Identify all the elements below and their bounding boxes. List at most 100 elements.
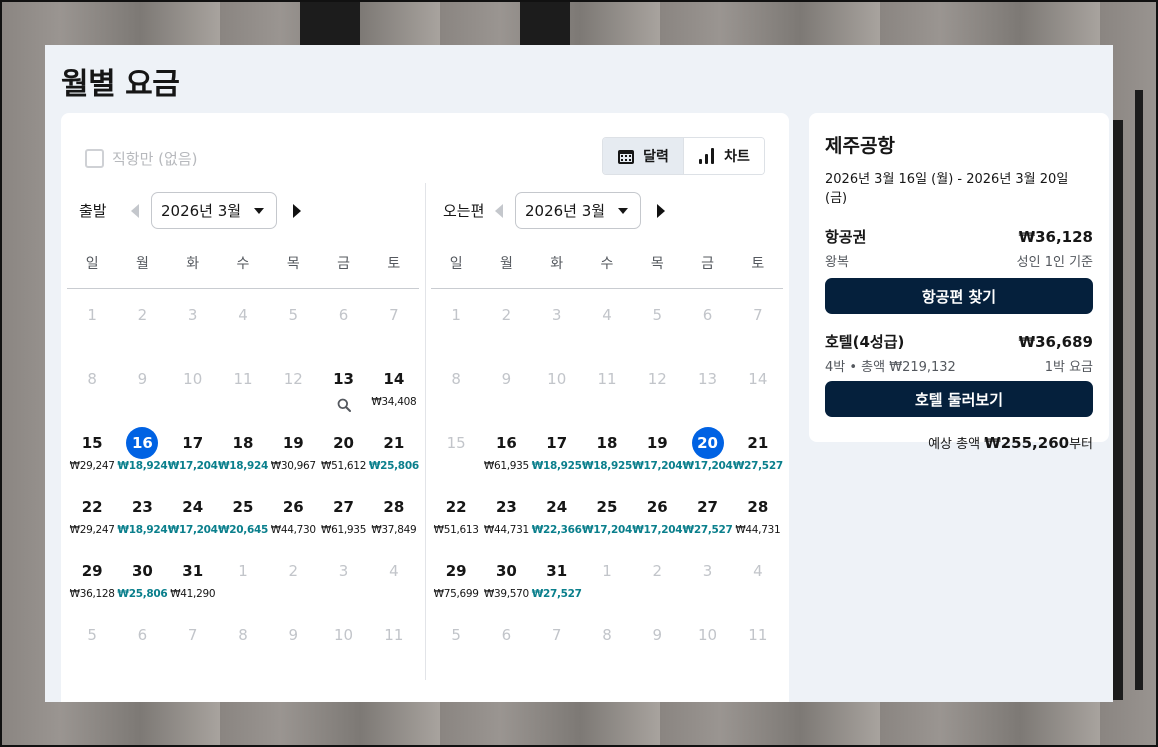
date-cell: 11 [218, 353, 268, 417]
date-cell[interactable]: 17 ₩18,925 [532, 417, 582, 481]
browse-hotels-button[interactable]: 호텔 둘러보기 [825, 381, 1093, 417]
flight-label: 항공권 [825, 228, 867, 246]
date-price: ₩17,204 [682, 460, 733, 472]
date-number: 30 [131, 562, 153, 580]
calendar-view-button[interactable]: 달력 [603, 138, 683, 174]
date-cell[interactable]: 27 ₩61,935 [318, 481, 368, 545]
date-price: ₩37,849 [371, 524, 417, 536]
search-icon[interactable] [337, 398, 351, 412]
date-cell[interactable]: 25 ₩20,645 [218, 481, 268, 545]
weekday: 일 [449, 256, 463, 272]
date-cell[interactable]: 25 ₩17,204 [582, 481, 632, 545]
date-cell[interactable]: 26 ₩17,204 [632, 481, 682, 545]
return-prev-month-icon[interactable] [495, 203, 503, 218]
chart-view-button[interactable]: 차트 [683, 138, 764, 174]
find-flights-button[interactable]: 항공편 찾기 [825, 278, 1093, 314]
date-number: 9 [288, 626, 299, 644]
calendar-icon [618, 149, 635, 164]
date-cell: 3 [532, 289, 582, 353]
date-number: 11 [233, 370, 253, 388]
date-cell[interactable]: 24 ₩17,204 [168, 481, 218, 545]
chevron-down-icon [618, 207, 628, 214]
departure-month-select[interactable]: 2026년 3월 [151, 192, 277, 229]
date-price: ₩51,613 [433, 524, 479, 536]
date-cell[interactable]: 30 ₩39,570 [481, 545, 531, 609]
date-cell[interactable]: 23 ₩18,924 [117, 481, 167, 545]
date-number: 10 [547, 370, 567, 388]
date-cell[interactable]: 20 ₩51,612 [318, 417, 368, 481]
calendar-card: 직항만 (없음) 달력 차트 출발 2026년 3월 일 월 화 수 목 금 토… [61, 113, 789, 702]
date-cell[interactable]: 17 ₩17,204 [168, 417, 218, 481]
date-cell[interactable]: 20 ₩17,204 [682, 417, 733, 481]
weekday-header: 일 월 화 수 목 금 토 [67, 238, 419, 289]
date-cell[interactable]: 21 ₩27,527 [733, 417, 783, 481]
hotel-row: 호텔(4성급) ₩36,689 [825, 331, 1093, 352]
weekday: 화 [186, 256, 200, 272]
direct-only-filter[interactable]: 직항만 (없음) [85, 148, 197, 169]
return-next-month-icon[interactable] [657, 203, 665, 218]
date-cell[interactable]: 23 ₩44,731 [481, 481, 531, 545]
date-price: ₩18,924 [217, 460, 268, 472]
date-number: 11 [384, 626, 404, 644]
date-cell: 3 [682, 545, 732, 609]
chart-view-label: 차트 [724, 149, 750, 165]
date-cell[interactable]: 22 ₩51,613 [431, 481, 481, 545]
chevron-down-icon [254, 207, 264, 214]
date-cell: 11 [369, 609, 419, 673]
date-number: 19 [282, 434, 304, 452]
date-cell[interactable]: 13 [318, 353, 368, 417]
date-cell[interactable]: 24 ₩22,366 [532, 481, 582, 545]
date-cell[interactable]: 15 ₩29,247 [67, 417, 117, 481]
date-price: ₩36,128 [69, 588, 115, 600]
date-price: ₩29,247 [69, 524, 115, 536]
date-cell: 15 [431, 417, 481, 481]
date-cell[interactable]: 19 ₩30,967 [268, 417, 318, 481]
date-price: ₩44,730 [270, 524, 316, 536]
date-cell[interactable]: 19 ₩17,204 [632, 417, 682, 481]
date-number: 6 [501, 626, 512, 644]
date-number: 28 [383, 498, 405, 516]
date-cell: 8 [67, 353, 117, 417]
date-cell[interactable]: 16 ₩18,924 [117, 417, 168, 481]
date-cell[interactable]: 29 ₩36,128 [67, 545, 117, 609]
date-cell[interactable]: 18 ₩18,924 [218, 417, 268, 481]
date-cell[interactable]: 28 ₩37,849 [369, 481, 419, 545]
date-cell: 6 [481, 609, 531, 673]
date-price: ₩61,935 [321, 524, 367, 536]
date-number: 1 [87, 306, 97, 324]
date-number: 4 [238, 306, 248, 324]
date-cell[interactable]: 16 ₩61,935 [481, 417, 531, 481]
departure-prev-month-icon[interactable] [131, 203, 139, 218]
date-number: 4 [602, 306, 612, 324]
date-cell[interactable]: 26 ₩44,730 [268, 481, 318, 545]
calendar-divider [425, 183, 426, 680]
return-month-select[interactable]: 2026년 3월 [515, 192, 641, 229]
date-cell[interactable]: 22 ₩29,247 [67, 481, 117, 545]
date-cell[interactable]: 31 ₩41,290 [168, 545, 218, 609]
weekday: 수 [600, 256, 614, 272]
departure-next-month-icon[interactable] [293, 203, 301, 218]
date-number: 31 [546, 562, 568, 580]
date-cell[interactable]: 30 ₩25,806 [117, 545, 167, 609]
date-number: 8 [602, 626, 612, 644]
date-number: 18 [232, 434, 254, 452]
date-cell[interactable]: 18 ₩18,925 [582, 417, 632, 481]
date-cell[interactable]: 29 ₩75,699 [431, 545, 481, 609]
date-cell[interactable]: 21 ₩25,806 [369, 417, 419, 481]
date-cell[interactable]: 14 ₩34,408 [369, 353, 419, 417]
date-price: ₩17,204 [632, 460, 683, 472]
weekday-header: 일 월 화 수 목 금 토 [431, 238, 783, 289]
date-price: ₩18,924 [117, 524, 168, 536]
date-price: ₩17,204 [167, 460, 218, 472]
direct-only-checkbox[interactable] [85, 149, 104, 168]
date-number: 6 [702, 306, 713, 324]
hotel-label: 호텔(4성급) [825, 333, 905, 351]
date-cell[interactable]: 31 ₩27,527 [532, 545, 582, 609]
date-cell[interactable]: 27 ₩27,527 [682, 481, 733, 545]
trip-dates: 2026년 3월 16일 (월) - 2026년 3월 20일 (금) [825, 172, 1069, 206]
date-cell: 8 [582, 609, 632, 673]
date-cell[interactable]: 28 ₩44,731 [733, 481, 783, 545]
selected-date-number: 20 [691, 427, 724, 459]
destination-title: 제주공항 [825, 135, 895, 157]
date-number: 1 [238, 562, 248, 580]
